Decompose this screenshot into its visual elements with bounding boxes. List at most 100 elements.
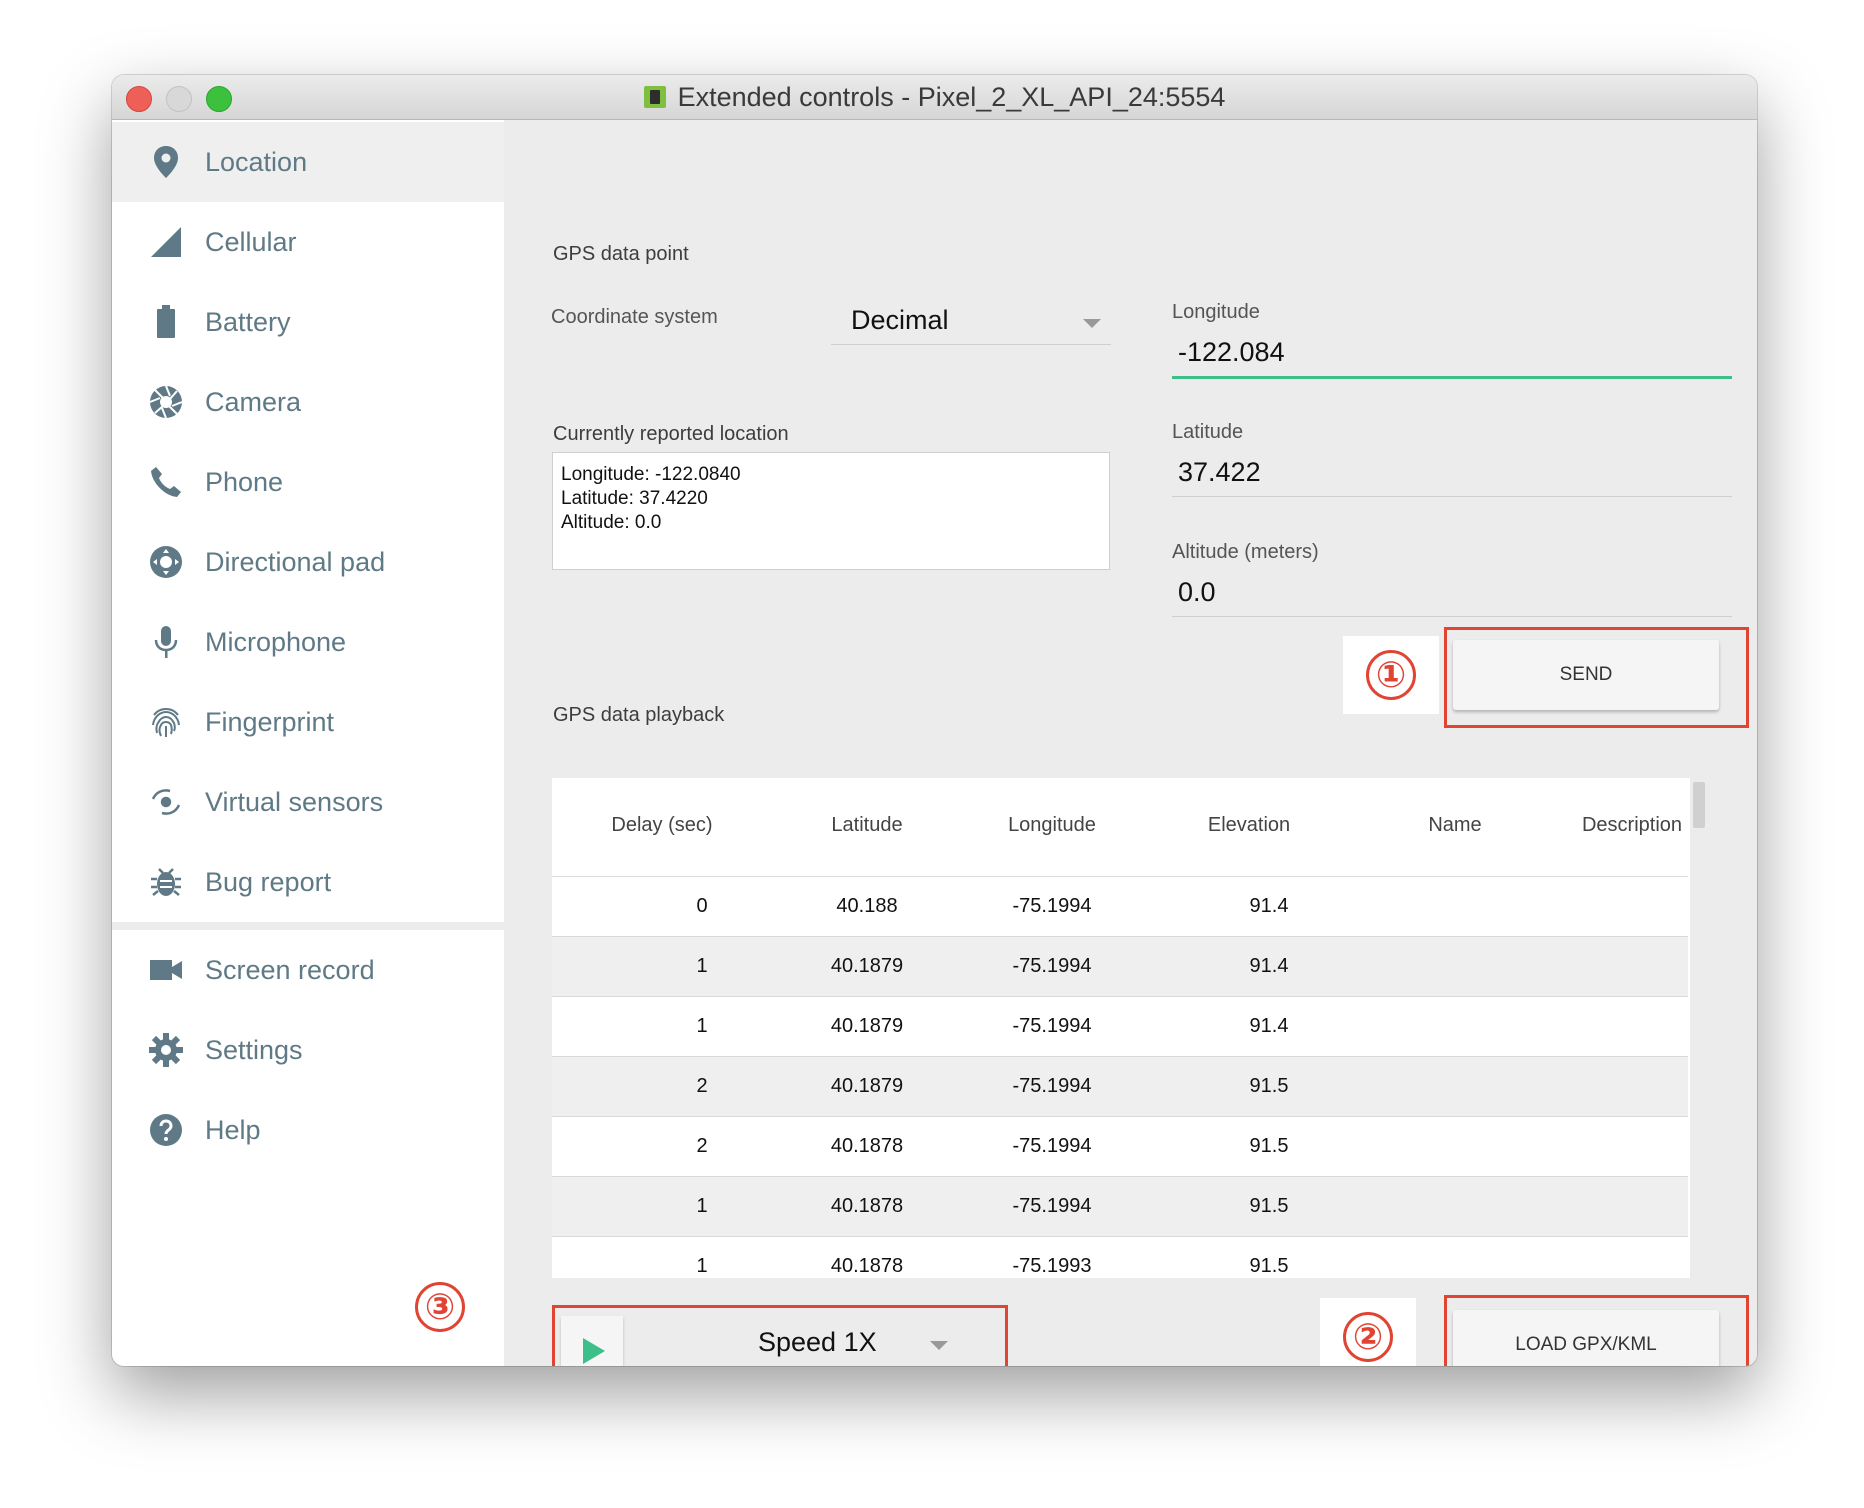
latitude-label: Latitude bbox=[1172, 421, 1244, 443]
fingerprint-icon bbox=[148, 704, 184, 740]
coordinate-system-value: Decimal bbox=[851, 305, 949, 335]
table-row[interactable]: 1 40.1879 -75.1994 91.4 bbox=[552, 997, 1688, 1057]
send-button[interactable]: SEND bbox=[1453, 640, 1719, 710]
battery-icon bbox=[148, 304, 184, 340]
current-latitude: Latitude: 37.4220 bbox=[561, 488, 708, 509]
current-altitude: Altitude: 0.0 bbox=[561, 512, 662, 533]
table-cell: 91.5 bbox=[1249, 1135, 1289, 1157]
table-cell: -75.1994 bbox=[1012, 1015, 1092, 1037]
table-scrollbar[interactable] bbox=[1690, 778, 1708, 1278]
altitude-label: Altitude (meters) bbox=[1172, 541, 1319, 563]
table-row[interactable]: 1 40.1879 -75.1994 91.4 bbox=[552, 937, 1688, 997]
window-title: Extended controls - Pixel_2_XL_API_24:55… bbox=[677, 81, 1226, 112]
table-cell: 40.1878 bbox=[830, 1135, 904, 1157]
annotation-number: ② bbox=[1343, 1312, 1393, 1362]
sidebar-item-microphone[interactable]: Microphone bbox=[112, 602, 504, 682]
sidebar-item-camera[interactable]: Camera bbox=[112, 362, 504, 442]
annotation-number: ① bbox=[1366, 650, 1416, 700]
table-cell: -75.1994 bbox=[1012, 1135, 1092, 1157]
table-cell: 40.1879 bbox=[830, 1075, 904, 1097]
chevron-down-icon bbox=[1083, 319, 1101, 328]
playback-speed-value: Speed 1X bbox=[758, 1327, 877, 1357]
table-cell: -75.1994 bbox=[1012, 955, 1092, 977]
column-header-latitude[interactable]: Latitude bbox=[807, 814, 927, 837]
table-cell: 40.1879 bbox=[830, 955, 904, 977]
sidebar-item-label: Location bbox=[205, 146, 308, 177]
sidebar-item-cellular[interactable]: Cellular bbox=[112, 202, 504, 282]
annotation-marker-2: ② bbox=[1320, 1298, 1416, 1366]
dpad-icon bbox=[148, 544, 184, 580]
sidebar-item-virtual-sensors[interactable]: Virtual sensors bbox=[112, 762, 504, 842]
column-header-elevation[interactable]: Elevation bbox=[1189, 814, 1309, 837]
longitude-input[interactable] bbox=[1172, 337, 1732, 379]
emulator-app-icon bbox=[643, 86, 666, 108]
table-row[interactable]: 1 40.1878 -75.1994 91.5 bbox=[552, 1177, 1688, 1237]
current-location-label: Currently reported location bbox=[553, 423, 789, 445]
play-icon bbox=[583, 1338, 605, 1364]
coordinate-system-select[interactable]: Decimal bbox=[831, 305, 1111, 345]
latitude-input[interactable] bbox=[1172, 457, 1732, 497]
sidebar-item-phone[interactable]: Phone bbox=[112, 442, 504, 522]
sidebar-item-label: Battery bbox=[205, 306, 291, 337]
cellular-signal-icon bbox=[148, 224, 184, 260]
sidebar-item-label: Fingerprint bbox=[205, 706, 335, 737]
sidebar-item-settings[interactable]: Settings bbox=[112, 1010, 504, 1090]
gear-icon bbox=[148, 1032, 184, 1068]
table-cell: 91.5 bbox=[1249, 1075, 1289, 1097]
sidebar-item-battery[interactable]: Battery bbox=[112, 282, 504, 362]
table-cell: 2 bbox=[696, 1135, 708, 1157]
column-header-description[interactable]: Description bbox=[1567, 814, 1697, 837]
table-cell: 40.1878 bbox=[830, 1195, 904, 1217]
table-cell: 40.1879 bbox=[830, 1015, 904, 1037]
scrollbar-thumb[interactable] bbox=[1693, 782, 1705, 828]
table-cell: 91.4 bbox=[1249, 1015, 1289, 1037]
table-cell: 0 bbox=[696, 895, 708, 917]
camera-aperture-icon bbox=[148, 384, 184, 420]
sidebar-item-help[interactable]: Help bbox=[112, 1090, 504, 1170]
table-cell: -75.1994 bbox=[1012, 1195, 1092, 1217]
table-cell: -75.1994 bbox=[1012, 1075, 1092, 1097]
annotation-number: ③ bbox=[415, 1282, 465, 1332]
table-row[interactable]: 1 40.1878 -75.1993 91.5 bbox=[552, 1237, 1688, 1278]
sidebar-item-label: Directional pad bbox=[205, 546, 386, 577]
table-row[interactable]: 2 40.1878 -75.1994 91.5 bbox=[552, 1117, 1688, 1177]
rotation-icon bbox=[148, 784, 184, 820]
table-cell: 1 bbox=[696, 955, 708, 977]
column-header-name[interactable]: Name bbox=[1395, 814, 1515, 837]
current-longitude: Longitude: -122.0840 bbox=[561, 464, 741, 485]
table-cell: 40.1878 bbox=[830, 1255, 904, 1277]
column-header-longitude[interactable]: Longitude bbox=[992, 814, 1112, 837]
sidebar-item-label: Screen record bbox=[205, 954, 375, 985]
table-cell: -75.1993 bbox=[1012, 1255, 1092, 1277]
annotation-marker-1: ① bbox=[1343, 636, 1439, 714]
gps-data-playback-title: GPS data playback bbox=[553, 704, 725, 726]
location-pin-icon bbox=[148, 144, 184, 180]
sidebar-item-location[interactable]: Location bbox=[112, 122, 504, 202]
sidebar-item-directional-pad[interactable]: Directional pad bbox=[112, 522, 504, 602]
table-cell: 1 bbox=[696, 1255, 708, 1277]
altitude-input[interactable] bbox=[1172, 577, 1732, 617]
annotation-marker-3: ③ bbox=[402, 1270, 478, 1344]
table-row[interactable]: 2 40.1879 -75.1994 91.5 bbox=[552, 1057, 1688, 1117]
video-camera-icon bbox=[148, 952, 184, 988]
table-row[interactable]: 0 40.188 -75.1994 91.4 bbox=[552, 877, 1688, 937]
sidebar-item-label: Phone bbox=[205, 466, 284, 497]
play-button[interactable] bbox=[561, 1316, 623, 1366]
sidebar-item-bug-report[interactable]: Bug report bbox=[112, 842, 504, 922]
longitude-label: Longitude bbox=[1172, 301, 1260, 323]
table-header: Delay (sec) Latitude Longitude Elevation… bbox=[552, 778, 1688, 877]
sidebar-item-fingerprint[interactable]: Fingerprint bbox=[112, 682, 504, 762]
sidebar-item-screen-record[interactable]: Screen record bbox=[112, 930, 504, 1010]
sidebar-item-label: Settings bbox=[205, 1034, 303, 1065]
table-cell: 91.5 bbox=[1249, 1255, 1289, 1277]
playback-speed-select[interactable]: Speed 1X bbox=[732, 1327, 958, 1366]
table-cell: 1 bbox=[696, 1015, 708, 1037]
sidebar-item-label: Help bbox=[205, 1114, 261, 1145]
sidebar-divider bbox=[112, 922, 504, 930]
load-gpx-kml-button[interactable]: LOAD GPX/KML bbox=[1453, 1310, 1719, 1366]
table-cell: 40.188 bbox=[836, 895, 898, 917]
microphone-icon bbox=[148, 624, 184, 660]
column-header-delay[interactable]: Delay (sec) bbox=[602, 814, 722, 837]
extended-controls-window: Extended controls - Pixel_2_XL_API_24:55… bbox=[112, 75, 1757, 1366]
help-icon bbox=[148, 1112, 184, 1148]
